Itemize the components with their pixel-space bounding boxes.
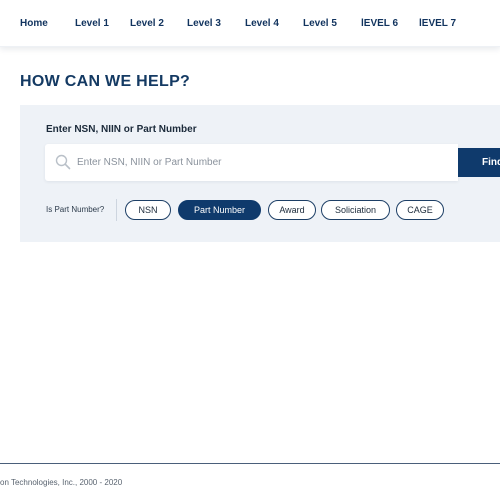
footer-copyright: on Technologies, Inc., 2000 - 2020 [0, 478, 123, 487]
top-navigation: Home Level 1 Level 2 Level 3 Level 4 Lev… [0, 0, 500, 47]
nav-item-level-1[interactable]: Level 1 [75, 18, 109, 30]
nav-item-home[interactable]: Home [20, 18, 48, 30]
filter-pill-award[interactable]: Award [268, 200, 316, 220]
search-panel: Enter NSN, NIIN or Part Number Find Is P… [20, 105, 500, 242]
find-button[interactable]: Find [458, 148, 500, 177]
search-input[interactable] [77, 144, 447, 181]
filter-label: Is Part Number? [46, 205, 105, 214]
filter-pill-part-number[interactable]: Part Number [178, 200, 261, 220]
nav-item-level-7[interactable]: lEVEL 7 [419, 18, 456, 30]
search-box [45, 144, 458, 181]
page-title: HOW CAN WE HELP? [20, 73, 191, 90]
footer-divider [0, 463, 500, 464]
nav-item-level-3[interactable]: Level 3 [187, 18, 221, 30]
nav-item-level-4[interactable]: Level 4 [245, 18, 279, 30]
nav-item-level-5[interactable]: Level 5 [303, 18, 337, 30]
search-icon [55, 154, 71, 170]
filter-pill-cage[interactable]: CAGE [396, 200, 444, 220]
filter-divider [116, 199, 117, 221]
page: Home Level 1 Level 2 Level 3 Level 4 Lev… [0, 0, 500, 500]
nav-item-level-6[interactable]: lEVEL 6 [361, 18, 398, 30]
filter-pill-nsn[interactable]: NSN [125, 200, 171, 220]
search-label: Enter NSN, NIIN or Part Number [46, 124, 197, 135]
filter-pill-soliciation[interactable]: Soliciation [321, 200, 390, 220]
nav-item-level-2[interactable]: Level 2 [130, 18, 164, 30]
